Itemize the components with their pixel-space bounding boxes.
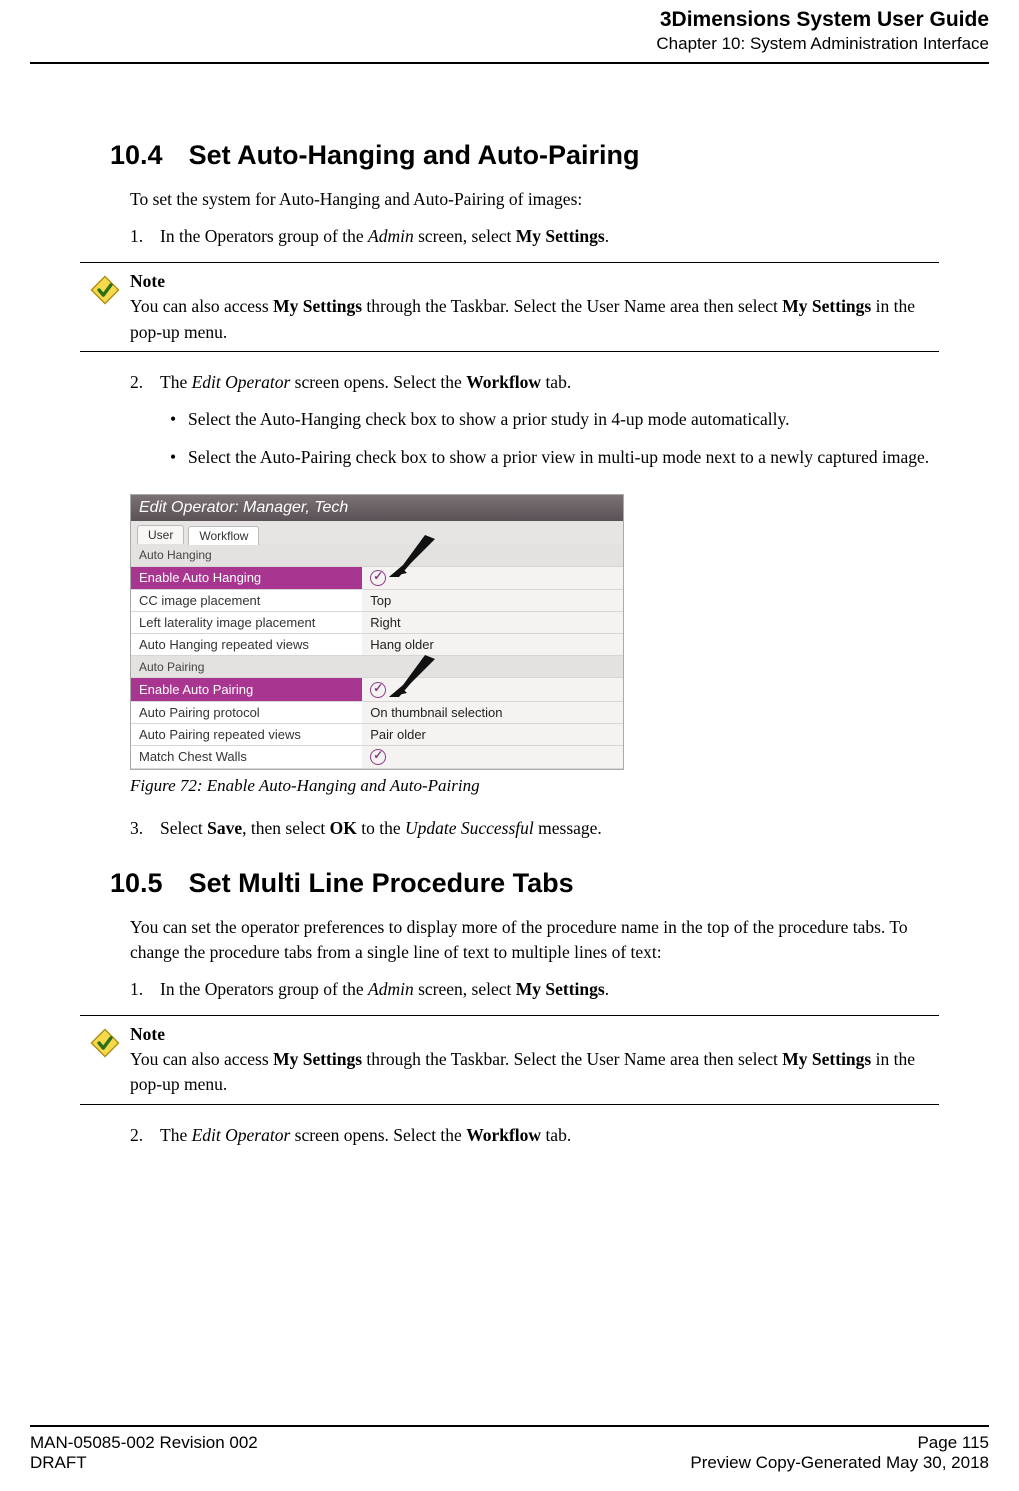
- section-number: 10.4: [110, 140, 163, 171]
- bullet-item: • Select the Auto-Hanging check box to s…: [160, 407, 939, 432]
- chapter-title: Chapter 10: System Administration Interf…: [30, 34, 989, 54]
- figure-caption: Figure 72: Enable Auto-Hanging and Auto-…: [130, 776, 939, 796]
- step-2: 2. The Edit Operator screen opens. Selec…: [130, 370, 939, 482]
- tab-user[interactable]: User: [137, 525, 184, 544]
- row-ap-repeated: Auto Pairing repeated viewsPair older: [131, 723, 623, 745]
- pointer-arrow-icon: [381, 533, 437, 583]
- section-intro: You can set the operator preferences to …: [130, 915, 939, 966]
- section-10-4-heading: 10.4 Set Auto-Hanging and Auto-Pairing: [110, 140, 939, 171]
- step-number: 2.: [130, 1123, 160, 1148]
- note-label: Note: [130, 1022, 939, 1047]
- tab-bar: User Workflow: [131, 521, 623, 544]
- step-number: 2.: [130, 370, 160, 482]
- step-text: In the Operators group of the Admin scre…: [160, 224, 939, 249]
- step-3: 3. Select Save, then select OK to the Up…: [130, 816, 939, 841]
- page-footer: MAN-05085-002 Revision 002 Page 115 DRAF…: [30, 1425, 989, 1473]
- edit-operator-screenshot: Edit Operator: Manager, Tech User Workfl…: [130, 494, 624, 770]
- note-body: You can also access My Settings through …: [130, 1047, 939, 1098]
- group-auto-pairing: Auto Pairing: [131, 656, 623, 678]
- note-text: Note You can also access My Settings thr…: [130, 269, 939, 345]
- row-cc-placement: CC image placementTop: [131, 590, 623, 612]
- step-text: In the Operators group of the Admin scre…: [160, 977, 939, 1002]
- row-match-chest-walls: Match Chest Walls: [131, 745, 623, 769]
- footer-rule: [30, 1425, 989, 1427]
- row-enable-auto-pairing: Enable Auto Pairing: [131, 678, 623, 702]
- note-box: Note You can also access My Settings thr…: [80, 1015, 939, 1105]
- step-number: 3.: [130, 816, 160, 841]
- row-enable-auto-hanging: Enable Auto Hanging: [131, 566, 623, 590]
- section-title: Set Multi Line Procedure Tabs: [189, 868, 574, 899]
- bullet-item: • Select the Auto-Pairing check box to s…: [160, 445, 939, 470]
- step-text: Select Save, then select OK to the Updat…: [160, 816, 939, 841]
- step-text: The Edit Operator screen opens. Select t…: [160, 370, 939, 482]
- footer-doc-rev: MAN-05085-002 Revision 002: [30, 1433, 258, 1453]
- section-title: Set Auto-Hanging and Auto-Pairing: [189, 140, 640, 171]
- note-text: Note You can also access My Settings thr…: [130, 1022, 939, 1098]
- note-icon: [80, 1022, 130, 1098]
- page-header: 3Dimensions System User Guide Chapter 10…: [30, 0, 989, 64]
- section-10-5-heading: 10.5 Set Multi Line Procedure Tabs: [110, 868, 939, 899]
- section-intro: To set the system for Auto-Hanging and A…: [130, 187, 939, 212]
- group-auto-hanging: Auto Hanging: [131, 544, 623, 566]
- step-1: 1. In the Operators group of the Admin s…: [130, 224, 939, 249]
- footer-gen-date: Preview Copy-Generated May 30, 2018: [690, 1453, 989, 1473]
- step-text: The Edit Operator screen opens. Select t…: [160, 1123, 939, 1148]
- row-ap-protocol: Auto Pairing protocolOn thumbnail select…: [131, 701, 623, 723]
- checkbox-icon[interactable]: [370, 749, 386, 765]
- footer-page-num: Page 115: [917, 1433, 989, 1453]
- row-left-laterality: Left laterality image placementRight: [131, 612, 623, 634]
- bullet-icon: •: [160, 445, 188, 470]
- step-number: 1.: [130, 977, 160, 1002]
- step-2: 2. The Edit Operator screen opens. Selec…: [130, 1123, 939, 1148]
- doc-title: 3Dimensions System User Guide: [30, 8, 989, 32]
- footer-draft: DRAFT: [30, 1453, 87, 1473]
- tab-workflow[interactable]: Workflow: [188, 526, 259, 545]
- section-number: 10.5: [110, 868, 163, 899]
- step-1: 1. In the Operators group of the Admin s…: [130, 977, 939, 1002]
- window-title: Edit Operator: Manager, Tech: [131, 495, 623, 521]
- bullet-icon: •: [160, 407, 188, 432]
- note-box: Note You can also access My Settings thr…: [80, 262, 939, 352]
- row-ah-repeated: Auto Hanging repeated viewsHang older: [131, 634, 623, 656]
- step-number: 1.: [130, 224, 160, 249]
- pointer-arrow-icon: [381, 653, 437, 703]
- note-icon: [80, 269, 130, 345]
- note-body: You can also access My Settings through …: [130, 294, 939, 345]
- settings-table: Auto Hanging Enable Auto Hanging CC imag…: [131, 544, 623, 769]
- note-label: Note: [130, 269, 939, 294]
